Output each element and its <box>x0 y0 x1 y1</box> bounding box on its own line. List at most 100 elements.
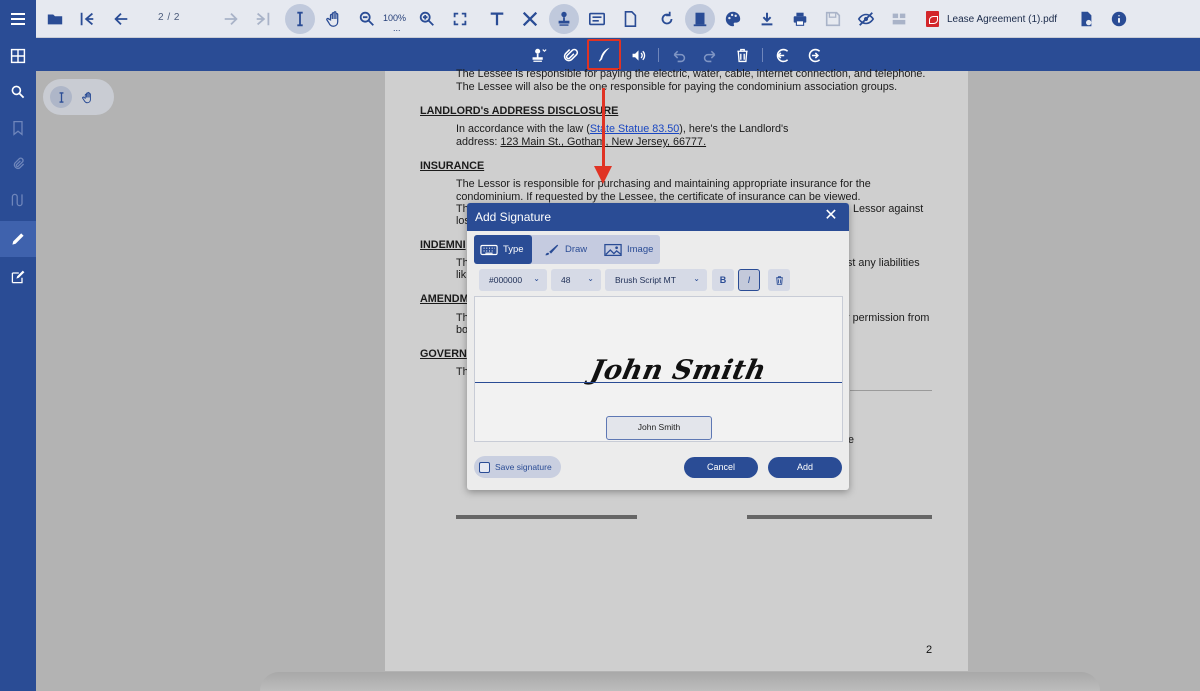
bold-button[interactable]: B <box>712 269 734 291</box>
file-info-icon[interactable] <box>1071 4 1101 34</box>
doc-line: Lessor against <box>853 203 924 215</box>
chevron-down-icon: ⌄ <box>587 274 594 283</box>
download-icon[interactable] <box>752 4 782 34</box>
delete-icon[interactable] <box>730 43 754 67</box>
save-icon[interactable] <box>818 4 848 34</box>
undo-icon[interactable] <box>666 43 690 67</box>
zoom-more[interactable]: ... <box>393 23 401 33</box>
form-field-icon[interactable] <box>582 4 612 34</box>
main-toolbar: 2 / 2 100% ... Lease Agreement (1).pdf <box>0 0 1200 38</box>
page-view-icon[interactable] <box>685 4 715 34</box>
cancel-button[interactable]: Cancel <box>684 457 758 478</box>
zoom-in-icon[interactable] <box>412 4 442 34</box>
signature-canvas[interactable]: John Smith John Smith <box>474 296 843 442</box>
callout-arrow-head <box>594 166 612 184</box>
callout-arrow-shaft <box>602 88 605 168</box>
annotations-pencil-icon[interactable] <box>0 221 36 257</box>
thumbnails-icon[interactable] <box>0 38 36 74</box>
clear-trash-icon[interactable] <box>768 269 790 291</box>
color-select[interactable]: #000000 ⌄ <box>479 269 547 291</box>
info-icon[interactable] <box>1104 4 1134 34</box>
rotate-icon[interactable] <box>652 4 682 34</box>
doc-line: The Lessee is responsible for paying the… <box>456 68 926 80</box>
document-icon[interactable] <box>615 4 645 34</box>
file-name: Lease Agreement (1).pdf <box>947 14 1058 25</box>
doc-line: condominium. If requested by the Lessee,… <box>456 191 861 203</box>
page-shadow <box>260 672 1100 691</box>
section-heading: AMENDM <box>420 293 469 305</box>
menu-icon[interactable] <box>0 0 36 38</box>
next-annotation-icon[interactable] <box>802 43 826 67</box>
signature-baseline <box>475 382 842 383</box>
signature-pen-icon <box>598 47 610 62</box>
size-select[interactable]: 48 ⌄ <box>551 269 601 291</box>
draw-tools-icon[interactable] <box>515 4 545 34</box>
signature-line-left <box>456 515 637 519</box>
pan-hand-icon[interactable] <box>320 4 350 34</box>
search-icon[interactable] <box>0 74 36 110</box>
chevron-down-icon: ⌄ <box>693 274 700 283</box>
signature-name-input[interactable]: John Smith <box>606 416 712 440</box>
print-icon[interactable] <box>785 4 815 34</box>
signature-tool-button[interactable] <box>587 39 621 70</box>
stamp-dropdown-icon[interactable] <box>526 43 550 67</box>
separator <box>658 48 659 62</box>
separator <box>762 48 763 62</box>
page-indicator[interactable]: 2 / 2 <box>158 12 180 23</box>
form-edit-icon[interactable] <box>0 259 36 295</box>
save-signature-toggle[interactable]: Save signature <box>474 456 561 478</box>
redo-icon[interactable] <box>698 43 722 67</box>
previous-annotation-icon[interactable] <box>770 43 794 67</box>
pdf-file-icon <box>926 11 939 27</box>
palette-icon[interactable] <box>718 4 748 34</box>
brush-icon <box>545 244 559 255</box>
sound-icon[interactable] <box>626 43 650 67</box>
text-cursor-icon[interactable] <box>50 86 72 108</box>
zoom-out-icon[interactable] <box>352 4 382 34</box>
text-tool-icon[interactable] <box>482 4 512 34</box>
dialog-header: Add Signature ✕ <box>467 203 849 231</box>
attachment-icon[interactable] <box>558 43 582 67</box>
interaction-mode-toggle <box>43 79 114 115</box>
redact-icon[interactable] <box>884 4 914 34</box>
image-icon <box>604 243 622 256</box>
attachments-icon[interactable] <box>0 146 36 182</box>
hand-icon[interactable] <box>77 86 99 108</box>
first-page-icon[interactable] <box>72 4 102 34</box>
section-heading: LANDLORD's ADDRESS DISCLOSURE <box>420 105 619 117</box>
save-signature-checkbox[interactable] <box>479 461 490 473</box>
last-page-icon[interactable] <box>248 4 278 34</box>
doc-line: st any liabilities <box>847 257 920 269</box>
previous-page-icon[interactable] <box>106 4 136 34</box>
stamp-icon[interactable] <box>549 4 579 34</box>
italic-button[interactable]: I <box>738 269 760 291</box>
bookmark-icon[interactable] <box>0 110 36 146</box>
section-heading: INDEMNI <box>420 239 466 251</box>
save-signature-label: Save signature <box>495 462 552 472</box>
fit-page-icon[interactable] <box>445 4 475 34</box>
font-select[interactable]: Brush Script MT ⌄ <box>605 269 707 291</box>
open-folder-icon[interactable] <box>40 4 70 34</box>
next-page-icon[interactable] <box>216 4 246 34</box>
divider-line <box>850 390 932 391</box>
hide-annotations-icon[interactable] <box>851 4 881 34</box>
left-sidebar <box>0 38 36 691</box>
tab-draw[interactable]: Draw <box>536 235 594 264</box>
tab-image[interactable]: Image <box>598 235 660 264</box>
close-icon[interactable]: ✕ <box>823 208 839 224</box>
doc-line: In accordance with the law (State Statue… <box>456 123 789 135</box>
doc-line: address: 123 Main St., Gotham, New Jerse… <box>456 136 707 148</box>
text-select-icon[interactable] <box>285 4 315 34</box>
add-signature-dialog: Add Signature ✕ Type Draw Image #000000 ⌄… <box>467 203 849 490</box>
doc-line: The Lessor is responsible for purchasing… <box>456 178 871 190</box>
page-number: 2 <box>926 644 933 656</box>
zoom-level[interactable]: 100% <box>383 13 406 23</box>
signature-mode-tabs: Type Draw Image <box>474 235 660 264</box>
signature-panel-icon[interactable] <box>0 182 36 218</box>
section-heading: GOVERN <box>420 348 467 360</box>
add-button[interactable]: Add <box>768 457 842 478</box>
keyboard-icon <box>480 244 498 255</box>
tab-type[interactable]: Type <box>474 235 532 264</box>
doc-line: The Lessee will also be the one responsi… <box>456 81 898 93</box>
chevron-down-icon: ⌄ <box>533 274 540 283</box>
